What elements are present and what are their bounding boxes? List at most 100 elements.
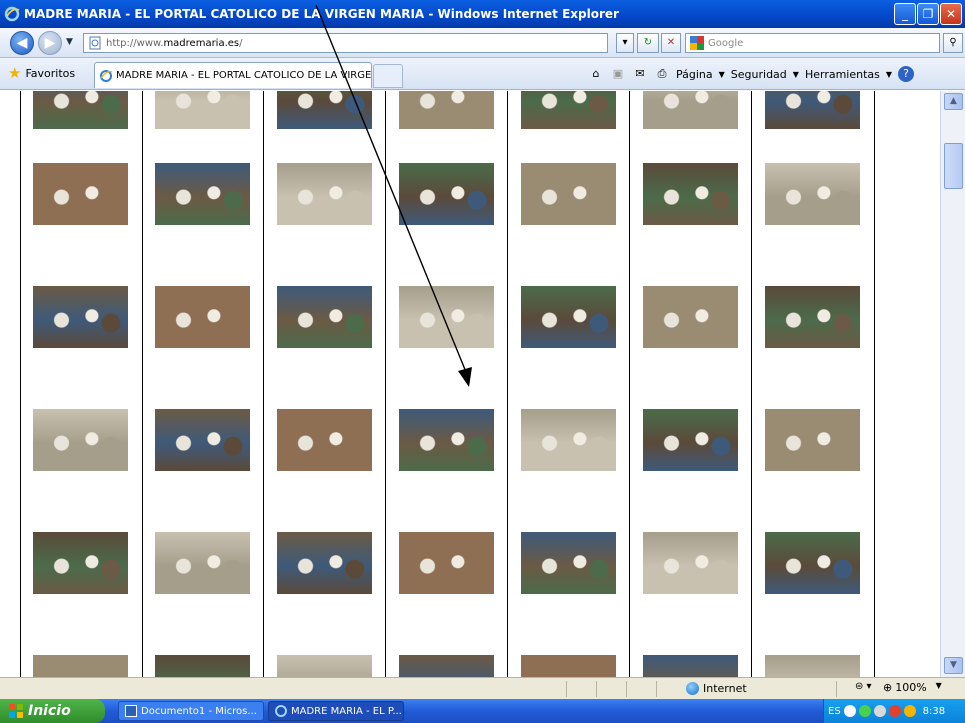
security-alert-icon[interactable] bbox=[888, 705, 901, 717]
photo-thumbnail[interactable] bbox=[399, 91, 494, 129]
photo-thumbnail[interactable] bbox=[643, 532, 738, 594]
photo-thumbnail[interactable] bbox=[765, 409, 860, 471]
photo-thumbnail[interactable] bbox=[521, 532, 616, 594]
search-input[interactable]: Google bbox=[685, 33, 940, 53]
photo-thumbnail[interactable] bbox=[155, 286, 250, 348]
protected-mode-icon[interactable]: ⊜ ▾ bbox=[855, 681, 872, 692]
tools-menu[interactable]: Herramientas bbox=[805, 68, 880, 81]
mail-icon[interactable]: ✉ bbox=[632, 66, 648, 82]
photo-thumbnail[interactable] bbox=[521, 655, 616, 677]
photo-thumbnail[interactable] bbox=[399, 409, 494, 471]
photo-thumbnail[interactable] bbox=[277, 655, 372, 677]
taskbar-item-ie[interactable]: MADRE MARIA - EL P... bbox=[268, 701, 404, 721]
url-prefix: http://www. bbox=[106, 37, 164, 49]
scrollbar-thumb[interactable] bbox=[944, 143, 963, 189]
photo-thumbnail[interactable] bbox=[155, 163, 250, 225]
help-icon[interactable]: ? bbox=[898, 66, 915, 82]
new-tab-button[interactable] bbox=[373, 64, 403, 88]
refresh-icon[interactable]: ↻ bbox=[637, 33, 659, 53]
photo-thumbnail[interactable] bbox=[155, 409, 250, 471]
photo-thumbnail[interactable] bbox=[765, 91, 860, 129]
security-menu[interactable]: Seguridad bbox=[731, 68, 787, 81]
photo-thumbnail[interactable] bbox=[643, 286, 738, 348]
page-content bbox=[0, 91, 940, 677]
network-icon[interactable] bbox=[858, 705, 871, 717]
photo-thumbnail[interactable] bbox=[521, 286, 616, 348]
status-segment bbox=[626, 681, 656, 697]
url-domain: madremaria.es bbox=[163, 37, 240, 49]
close-button[interactable]: ✕ bbox=[940, 3, 962, 25]
address-dropdown-icon[interactable]: ▾ bbox=[616, 33, 634, 53]
print-icon[interactable]: ⎙ bbox=[654, 66, 670, 82]
photo-thumbnail[interactable] bbox=[277, 532, 372, 594]
vertical-scrollbar[interactable]: ▲ ▼ bbox=[940, 91, 965, 677]
start-button[interactable]: Inicio bbox=[0, 699, 105, 723]
photo-thumbnail[interactable] bbox=[643, 655, 738, 677]
photo-thumbnail[interactable] bbox=[521, 409, 616, 471]
photo-thumbnail[interactable] bbox=[33, 655, 128, 677]
feeds-icon[interactable]: ▣ bbox=[610, 66, 626, 82]
tab-title: MADRE MARIA - EL PORTAL CATOLICO DE LA V… bbox=[116, 70, 372, 81]
photo-thumbnail[interactable] bbox=[277, 91, 372, 129]
photo-thumbnail[interactable] bbox=[33, 532, 128, 594]
history-dropdown-icon[interactable]: ▼ bbox=[66, 37, 73, 47]
clock: 8:38 bbox=[922, 705, 946, 717]
volume-icon[interactable] bbox=[873, 705, 886, 717]
photo-thumbnail[interactable] bbox=[643, 409, 738, 471]
photo-thumbnail[interactable] bbox=[399, 163, 494, 225]
minimize-button[interactable]: _ bbox=[894, 3, 916, 25]
zoom-icon: ⊕ bbox=[883, 681, 893, 694]
home-icon[interactable]: ⌂ bbox=[588, 66, 604, 82]
photo-thumbnail[interactable] bbox=[643, 163, 738, 225]
scroll-up-icon[interactable]: ▲ bbox=[944, 93, 963, 110]
ie-task-icon bbox=[275, 705, 287, 717]
address-bar[interactable]: http://www. madremaria.es / bbox=[83, 33, 608, 53]
photo-thumbnail[interactable] bbox=[155, 655, 250, 677]
status-segment bbox=[596, 681, 626, 697]
security-zone[interactable]: Internet bbox=[686, 682, 747, 695]
command-bar: ⌂ ▣ ✉ ⎙ Página ▼ Seguridad ▼ Herramientas ▼… bbox=[588, 64, 915, 84]
photo-thumbnail[interactable] bbox=[765, 286, 860, 348]
photo-thumbnail[interactable] bbox=[155, 532, 250, 594]
forward-button[interactable]: ▶ bbox=[38, 31, 62, 55]
favorites-button[interactable]: ★ Favoritos bbox=[8, 66, 75, 81]
back-button[interactable]: ◀ bbox=[10, 31, 34, 55]
system-tray: ES 8:38 bbox=[823, 699, 965, 723]
photo-thumbnail[interactable] bbox=[155, 91, 250, 129]
window-title: MADRE MARIA - EL PORTAL CATOLICO DE LA V… bbox=[24, 7, 619, 21]
page-menu[interactable]: Página bbox=[676, 68, 713, 81]
photo-thumbnail[interactable] bbox=[277, 163, 372, 225]
photo-thumbnail[interactable] bbox=[521, 91, 616, 129]
photo-thumbnail[interactable] bbox=[765, 163, 860, 225]
photo-thumbnail[interactable] bbox=[765, 655, 860, 677]
photo-thumbnail[interactable] bbox=[277, 409, 372, 471]
photo-thumbnail[interactable] bbox=[399, 286, 494, 348]
zoom-dropdown-icon[interactable]: ▼ bbox=[936, 681, 942, 694]
tab-madremaria[interactable]: MADRE MARIA - EL PORTAL CATOLICO DE LA V… bbox=[94, 62, 372, 88]
scroll-down-icon[interactable]: ▼ bbox=[944, 657, 963, 674]
status-segment bbox=[836, 681, 856, 697]
zoom-control[interactable]: ⊕ 100% ▼ bbox=[883, 681, 942, 694]
taskbar-item-word[interactable]: Documento1 - Micros... bbox=[118, 701, 264, 721]
globe-icon bbox=[686, 682, 699, 695]
photo-thumbnail[interactable] bbox=[277, 286, 372, 348]
photo-thumbnail[interactable] bbox=[643, 91, 738, 129]
photo-thumbnail[interactable] bbox=[521, 163, 616, 225]
photo-thumbnail[interactable] bbox=[765, 532, 860, 594]
language-indicator[interactable]: ES bbox=[828, 706, 841, 717]
photo-thumbnail[interactable] bbox=[399, 655, 494, 677]
column-divider bbox=[629, 91, 630, 677]
search-go-icon[interactable]: ⚲ bbox=[943, 33, 963, 53]
photo-thumbnail[interactable] bbox=[33, 409, 128, 471]
word-icon bbox=[125, 705, 137, 717]
maximize-button[interactable]: ❐ bbox=[917, 3, 939, 25]
tray-arrow-icon[interactable] bbox=[843, 705, 856, 717]
taskbar-item-label: MADRE MARIA - EL P... bbox=[291, 705, 402, 717]
stop-icon[interactable]: ✕ bbox=[661, 33, 681, 53]
messenger-icon[interactable] bbox=[903, 705, 916, 717]
photo-thumbnail[interactable] bbox=[33, 163, 128, 225]
window-title-bar[interactable]: MADRE MARIA - EL PORTAL CATOLICO DE LA V… bbox=[0, 0, 965, 28]
photo-thumbnail[interactable] bbox=[33, 91, 128, 129]
photo-thumbnail[interactable] bbox=[33, 286, 128, 348]
photo-thumbnail[interactable] bbox=[399, 532, 494, 594]
